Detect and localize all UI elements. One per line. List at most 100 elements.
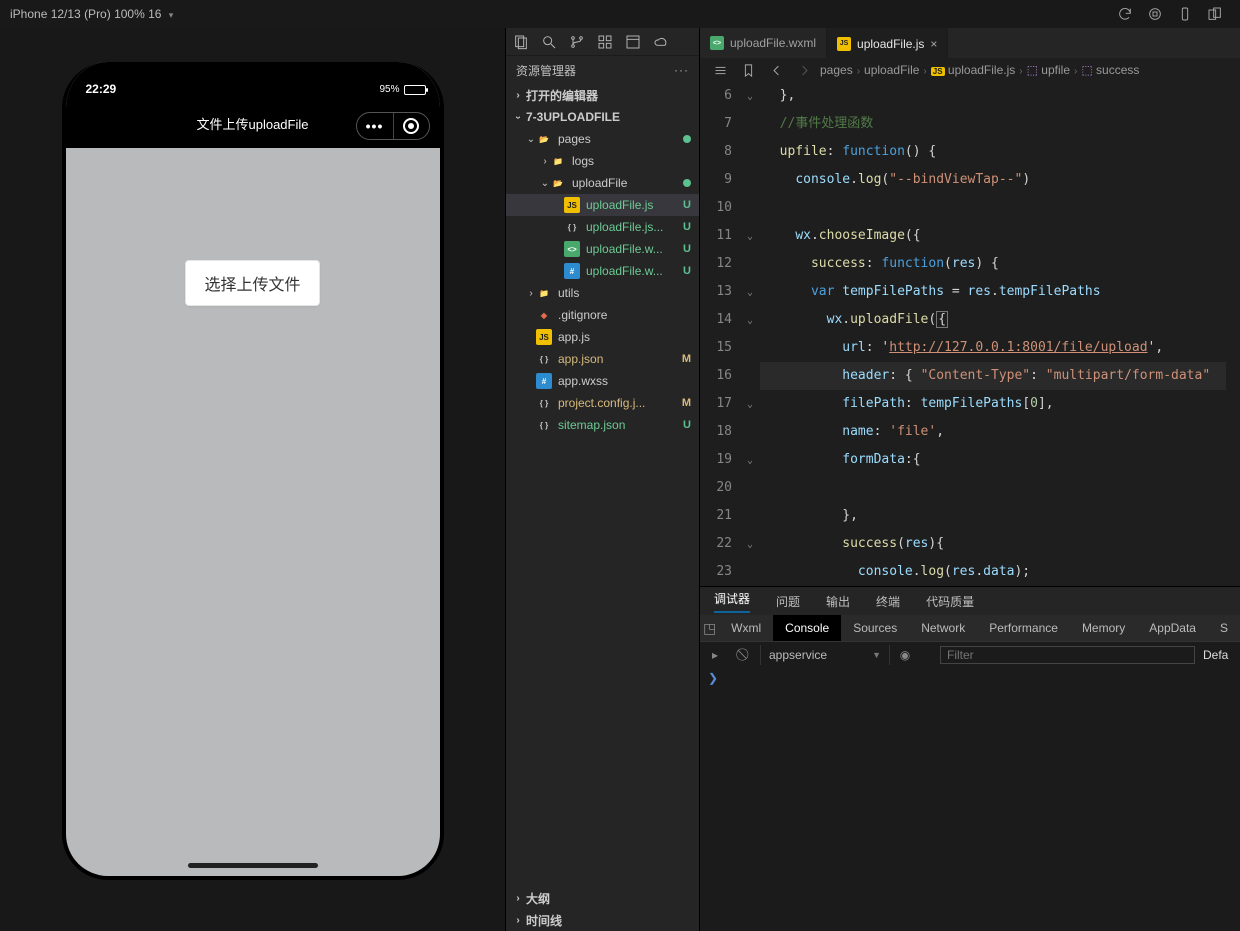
fold-icon[interactable]: ⌄ [747,399,753,410]
tree-item[interactable]: #app.wxss [506,370,699,392]
code-line[interactable]: success: function(res) { [760,250,1240,278]
console-body[interactable]: ❯ [700,667,1240,931]
branch-icon[interactable] [568,33,586,51]
tree-item[interactable]: ›📁utils [506,282,699,304]
close-icon[interactable]: × [930,37,937,51]
capsule-menu-button[interactable]: ••• [357,113,393,139]
tree-item[interactable]: ◆.gitignore [506,304,699,326]
fold-icon[interactable]: ⌄ [747,539,753,550]
tree-item[interactable]: JSapp.js [506,326,699,348]
devtools-inner-tab[interactable]: Wxml [719,615,773,641]
fold-icon[interactable]: ⌄ [747,315,753,326]
list-icon[interactable] [708,58,732,82]
breadcrumb-item[interactable]: ⬚ upfile [1027,63,1070,77]
code-line[interactable] [760,474,1240,502]
outline-section[interactable]: › 大纲 [506,887,699,909]
devtools-inner-tab[interactable]: AppData [1137,615,1208,641]
editor-tabs: <> uploadFile.wxmlJS uploadFile.js× [700,28,1240,58]
devtools-group-tab[interactable]: 终端 [876,593,900,610]
tree-item[interactable]: ⌄📂uploadFile [506,172,699,194]
tree-item[interactable]: ⌄📂pages [506,128,699,150]
devtools-inner-tab[interactable]: S [1208,615,1240,641]
forward-icon[interactable] [792,58,816,82]
fold-icon[interactable]: ⌄ [747,287,753,298]
code-editor[interactable]: 6789101112131415161718192021222324 ⌄⌄⌄⌄⌄… [700,82,1240,586]
code-line[interactable]: success(res){ [760,530,1240,558]
fold-icon[interactable]: ⌄ [747,91,753,102]
play-icon[interactable]: ▸ [700,642,730,668]
tree-item-label: app.wxss [558,374,608,388]
code-line[interactable]: var tempFilePaths = res.tempFilePaths [760,278,1240,306]
code-line[interactable]: wx.uploadFile({ [760,306,1240,334]
tree-item[interactable]: ›📁logs [506,150,699,172]
chevron-icon: › [526,288,536,299]
code-line[interactable] [760,194,1240,222]
devtools-inner-tab[interactable]: Memory [1070,615,1137,641]
code-line[interactable]: formData:{ [760,446,1240,474]
tree-item-label: sitemap.json [558,418,625,432]
devtools-group-tab[interactable]: 代码质量 [926,593,974,610]
cloud-icon[interactable] [652,33,670,51]
context-selector[interactable]: appservice▼ [760,645,890,665]
code-line[interactable]: console.log(res.data); [760,558,1240,586]
devtools-inner-tab[interactable]: Console [773,615,841,641]
code-line[interactable]: name: 'file', [760,418,1240,446]
code-content[interactable]: }, //事件处理函数 upfile: function() { console… [760,82,1240,586]
bookmark-icon[interactable] [736,58,760,82]
tree-item[interactable]: JSuploadFile.jsU [506,194,699,216]
code-line[interactable]: url: 'http://127.0.0.1:8001/file/upload'… [760,334,1240,362]
simulator-device-label[interactable]: iPhone 12/13 (Pro) 100% 16 ▾ [10,7,173,21]
files-icon[interactable] [512,33,530,51]
editor-tab[interactable]: <> uploadFile.wxml [700,28,827,58]
console-filter-input[interactable] [940,646,1195,664]
search-icon[interactable] [540,33,558,51]
breadcrumb-item[interactable]: uploadFile [864,63,919,77]
devtools-inner-tab[interactable]: Network [909,615,977,641]
tree-item[interactable]: { }project.config.j...M [506,392,699,414]
code-line[interactable]: filePath: tempFilePaths[0], [760,390,1240,418]
code-line[interactable]: wx.chooseImage({ [760,222,1240,250]
choose-upload-file-button[interactable]: 选择上传文件 [185,260,319,306]
stop-icon[interactable] [1140,0,1170,28]
capsule-close-button[interactable] [393,113,429,139]
git-status-badge: U [683,199,691,211]
tree-item[interactable]: { }app.jsonM [506,348,699,370]
code-line[interactable]: //事件处理函数 [760,110,1240,138]
tree-item-label: uploadFile.w... [586,242,663,256]
devtools-group-tab[interactable]: 问题 [776,593,800,610]
tree-item[interactable]: { }uploadFile.js...U [506,216,699,238]
refresh-icon[interactable] [1110,0,1140,28]
devtools-inner-tab[interactable]: Sources [841,615,909,641]
editor-tab[interactable]: JS uploadFile.js× [827,28,948,58]
code-line[interactable]: upfile: function() { [760,138,1240,166]
inspect-icon[interactable]: ◳ [700,620,719,637]
devtools-group-tab[interactable]: 调试器 [714,590,750,613]
multi-window-icon[interactable] [1200,0,1230,28]
open-editors-section[interactable]: › 打开的编辑器 [506,84,699,106]
devtools-inner-tab[interactable]: Performance [977,615,1070,641]
devtools-group-tab[interactable]: 输出 [826,593,850,610]
log-levels-label[interactable]: Defa [1203,648,1228,662]
code-line[interactable]: header: { "Content-Type": "multipart/for… [760,362,1240,390]
breadcrumb-item[interactable]: ⬚ success [1081,63,1139,77]
breadcrumb-item[interactable]: pages [820,63,853,77]
tree-item[interactable]: <>uploadFile.w...U [506,238,699,260]
extensions-icon[interactable] [596,33,614,51]
eye-icon[interactable]: ◉ [890,642,920,668]
editor-icon[interactable] [624,33,642,51]
breadcrumb-item[interactable]: JS uploadFile.js [931,63,1016,77]
fold-icon[interactable]: ⌄ [747,455,753,466]
code-line[interactable]: console.log("--bindViewTap--") [760,166,1240,194]
more-icon[interactable]: ··· [674,63,689,77]
editor-scrollbar[interactable] [1226,82,1240,586]
fold-icon[interactable]: ⌄ [747,231,753,242]
code-line[interactable]: }, [760,82,1240,110]
tree-item[interactable]: { }sitemap.jsonU [506,414,699,436]
back-icon[interactable] [764,58,788,82]
clear-console-icon[interactable]: ⃠ [730,642,760,668]
tree-item[interactable]: #uploadFile.w...U [506,260,699,282]
device-icon[interactable] [1170,0,1200,28]
project-section[interactable]: › 7-3UPLOADFILE [506,106,699,128]
code-line[interactable]: }, [760,502,1240,530]
timeline-section[interactable]: › 时间线 [506,909,699,931]
